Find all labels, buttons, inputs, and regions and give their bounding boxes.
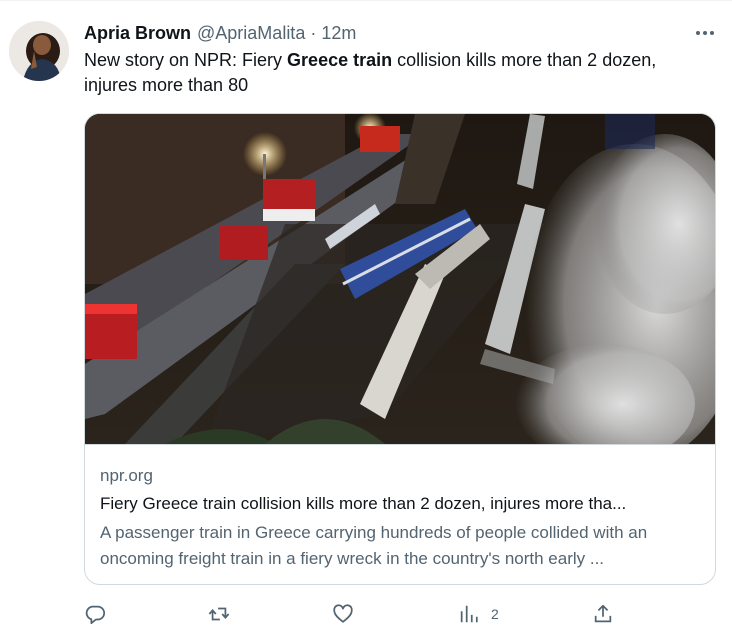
tweet-text: New story on NPR: Fiery Greece train col… bbox=[84, 48, 714, 98]
share-icon bbox=[594, 604, 612, 623]
timestamp[interactable]: 12m bbox=[321, 23, 356, 43]
separator: · bbox=[305, 22, 322, 43]
tweet-header: Apria Brown @ApriaMalita · 12m bbox=[84, 21, 356, 45]
tweet-text-bold: Greece train bbox=[287, 50, 393, 70]
tweet-text-start: New story on NPR: Fiery bbox=[84, 50, 288, 70]
retweet-button[interactable] bbox=[208, 600, 230, 628]
card-domain: npr.org bbox=[100, 466, 153, 485]
retweet-icon bbox=[208, 607, 230, 621]
tweet-actions: 2 bbox=[84, 600, 624, 628]
author-handle[interactable]: @ApriaMalita · 12m bbox=[197, 23, 356, 44]
more-options-icon[interactable] bbox=[690, 22, 720, 44]
card-divider bbox=[85, 444, 715, 445]
reply-icon bbox=[85, 605, 106, 625]
views-count: 2 bbox=[491, 606, 499, 622]
card-image[interactable] bbox=[85, 114, 715, 464]
views-button[interactable]: 2 bbox=[458, 600, 499, 628]
reply-button[interactable] bbox=[84, 600, 106, 628]
card-description: A passenger train in Greece carrying hun… bbox=[100, 523, 648, 568]
share-button[interactable] bbox=[592, 600, 614, 628]
top-divider bbox=[0, 0, 732, 1]
author-name[interactable]: Apria Brown bbox=[84, 23, 191, 44]
handle-text: @ApriaMalita bbox=[197, 22, 306, 43]
link-card[interactable]: npr.org Fiery Greece train collision kil… bbox=[84, 113, 716, 585]
avatar[interactable] bbox=[9, 21, 69, 81]
like-icon bbox=[333, 604, 353, 623]
views-icon bbox=[460, 605, 478, 623]
card-title: Fiery Greece train collision kills more … bbox=[100, 494, 627, 513]
like-button[interactable] bbox=[332, 600, 354, 628]
